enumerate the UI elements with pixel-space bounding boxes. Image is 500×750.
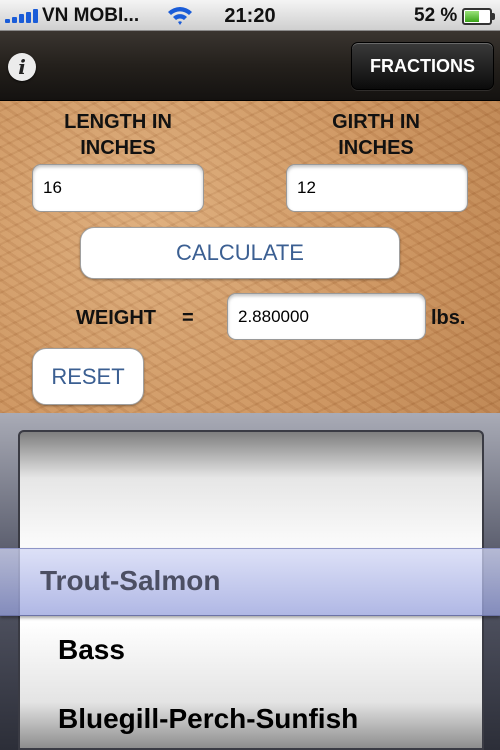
weight-label: WEIGHT bbox=[76, 307, 156, 329]
fractions-button[interactable]: FRACTIONS bbox=[351, 42, 494, 90]
girth-label: GIRTH IN INCHES bbox=[332, 111, 420, 159]
weight-output: 2.880000 bbox=[227, 293, 426, 340]
calculator-panel: LENGTH IN INCHES GIRTH IN INCHES 16 12 C… bbox=[0, 101, 500, 413]
battery-icon bbox=[462, 8, 495, 25]
reset-button[interactable]: RESET bbox=[32, 348, 144, 405]
girth-input[interactable]: 12 bbox=[286, 164, 468, 212]
nav-bar: i FRACTIONS bbox=[0, 31, 500, 101]
status-bar: VN MOBI... 21:20 52 % bbox=[0, 0, 500, 31]
length-input[interactable]: 16 bbox=[32, 164, 204, 212]
picker-item-bass[interactable]: Bass bbox=[58, 634, 125, 666]
weight-unit: lbs. bbox=[431, 307, 466, 329]
battery-percent: 52 % bbox=[414, 5, 458, 26]
equals-sign: = bbox=[182, 307, 194, 329]
picker-item-bluegill[interactable]: Bluegill-Perch-Sunfish bbox=[58, 703, 358, 735]
picker-selected-item: Trout-Salmon bbox=[40, 565, 221, 596]
picker-selection-bar[interactable]: Trout-Salmon bbox=[0, 548, 500, 616]
calculate-button[interactable]: CALCULATE bbox=[80, 227, 400, 279]
battery-fill bbox=[465, 11, 479, 22]
info-icon[interactable]: i bbox=[8, 53, 36, 81]
length-label: LENGTH IN INCHES bbox=[64, 111, 172, 159]
